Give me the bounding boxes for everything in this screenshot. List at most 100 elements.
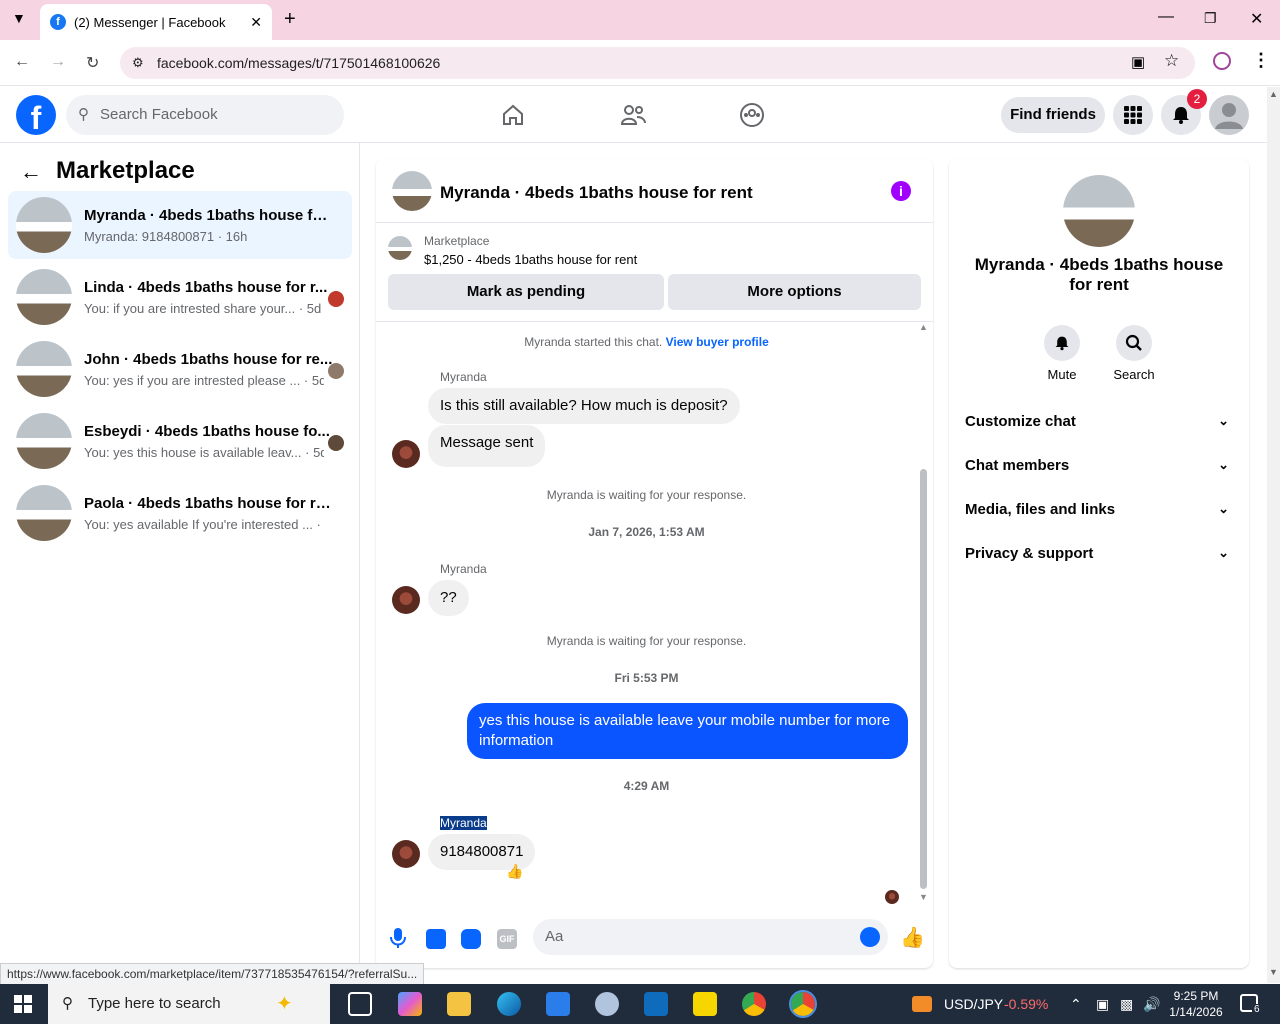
timestamp: Fri 5:53 PM	[614, 671, 679, 685]
privacy-support-section[interactable]: Privacy & support ⌄	[965, 545, 1233, 562]
chevron-down-icon: ⌄	[1218, 457, 1229, 472]
media-files-links-section[interactable]: Media, files and links ⌄	[965, 501, 1233, 518]
ticker-name[interactable]: USD/JPY	[944, 984, 1003, 1024]
new-tab-icon[interactable]: +	[284, 8, 296, 31]
app-icon[interactable]	[595, 992, 619, 1016]
sender-avatar[interactable]	[392, 586, 420, 614]
minimize-icon[interactable]: —	[1158, 8, 1174, 26]
conversation-title: Paola · 4beds 1baths house for rent	[84, 495, 334, 512]
chat-title[interactable]: Myranda · 4beds 1baths house for rent	[440, 183, 753, 203]
find-friends-button[interactable]: Find friends	[1001, 97, 1105, 133]
browser-menu-icon[interactable]: ⋮	[1252, 50, 1270, 71]
currency-widget-icon[interactable]	[912, 996, 932, 1012]
scrollbar-thumb[interactable]	[920, 469, 927, 889]
gif-icon[interactable]: GIF	[497, 929, 517, 949]
listing-thumbnail	[16, 485, 72, 541]
message-input[interactable]: Aa	[533, 919, 888, 955]
mute-button[interactable]: Mute	[1032, 325, 1092, 382]
browser-tab[interactable]: f (2) Messenger | Facebook ✕	[40, 4, 272, 40]
conversation-item[interactable]: John · 4beds 1baths house for re... You:…	[8, 335, 352, 403]
listing-thumbnail[interactable]	[388, 236, 412, 260]
profile-icon[interactable]	[1213, 52, 1231, 70]
conversation-item[interactable]: Paola · 4beds 1baths house for rent You:…	[8, 479, 352, 547]
outgoing-message[interactable]: yes this house is available leave your m…	[467, 703, 908, 759]
groups-icon[interactable]	[734, 97, 770, 133]
task-view-icon[interactable]	[348, 992, 372, 1016]
more-options-button[interactable]: More options	[668, 274, 921, 310]
view-buyer-profile-link[interactable]: View buyer profile	[666, 335, 769, 349]
edge-icon[interactable]	[497, 992, 521, 1016]
emoji-icon[interactable]	[860, 927, 880, 947]
conversation-item[interactable]: Myranda · 4beds 1baths house for ... Myr…	[8, 191, 352, 259]
like-thumb-icon[interactable]: 👍	[900, 925, 925, 950]
bookmark-star-icon[interactable]: ☆	[1164, 51, 1179, 71]
photo-icon[interactable]	[426, 929, 446, 949]
copilot-icon[interactable]	[398, 992, 422, 1016]
incoming-message[interactable]: Is this still available? How much is dep…	[428, 388, 740, 424]
back-icon[interactable]: ←	[14, 53, 30, 71]
restore-icon[interactable]: ❐	[1204, 10, 1217, 27]
tab-title: (2) Messenger | Facebook	[74, 14, 226, 30]
chat-info-avatar[interactable]	[1063, 175, 1135, 247]
clock-time: 9:25 PM	[1173, 989, 1219, 1003]
forward-icon[interactable]: →	[50, 53, 66, 71]
network-icon[interactable]: ▣	[1096, 984, 1109, 1024]
reload-icon[interactable]: ↻	[86, 53, 99, 73]
waiting-notice: Myranda is waiting for your response.	[546, 634, 747, 648]
chrome-icon[interactable]	[742, 992, 766, 1016]
chat-members-section[interactable]: Chat members ⌄	[965, 457, 1233, 474]
thumbs-up-reaction-icon[interactable]: 👍	[506, 863, 523, 880]
search-input[interactable]: ⚲ Search Facebook	[66, 95, 344, 135]
back-arrow-icon[interactable]: ←	[20, 159, 42, 185]
info-icon[interactable]: i	[891, 181, 911, 201]
tab-list-icon[interactable]: ▼	[12, 10, 26, 26]
incoming-message[interactable]: Message sent	[428, 425, 546, 467]
mark-as-pending-button[interactable]: Mark as pending	[388, 274, 664, 310]
search-in-chat-button[interactable]: Search	[1104, 325, 1164, 382]
scroll-up-icon[interactable]: ▲	[919, 322, 928, 332]
conversation-item[interactable]: Esbeydi · 4beds 1baths house fo... You: …	[8, 407, 352, 475]
sender-avatar[interactable]	[392, 440, 420, 468]
menu-grid-icon[interactable]	[1113, 95, 1153, 135]
conversation-preview: You: yes if you are intrested please ...…	[84, 373, 324, 388]
microphone-icon[interactable]	[390, 927, 406, 954]
conversation-title: Myranda · 4beds 1baths house for ...	[84, 207, 334, 224]
sender-avatar[interactable]	[392, 840, 420, 868]
seen-avatar	[328, 363, 344, 379]
incoming-message[interactable]: ??	[428, 580, 469, 616]
taskbar-search-input[interactable]: ⚲ Type here to search ✦	[48, 984, 330, 1024]
listing-price-title[interactable]: $1,250 - 4beds 1baths house for rent	[424, 252, 637, 267]
tray-chevron-icon[interactable]: ⌃	[1070, 984, 1082, 1024]
chat-avatar[interactable]	[392, 171, 432, 211]
file-explorer-icon[interactable]	[447, 992, 471, 1016]
page-scroll-up-icon[interactable]: ▲	[1269, 89, 1278, 99]
url-field[interactable]: ⚙ facebook.com/messages/t/71750146810062…	[120, 47, 1195, 79]
wifi-icon[interactable]: ▩	[1120, 984, 1133, 1024]
sticker-icon[interactable]	[461, 929, 481, 949]
ticker-change[interactable]: -0.59%	[1004, 984, 1048, 1024]
outlook-icon[interactable]	[644, 992, 668, 1016]
home-icon[interactable]	[495, 97, 531, 133]
tab-close-icon[interactable]: ✕	[250, 14, 262, 31]
windows-taskbar: ⚲ Type here to search ✦ USD/JPY -0.59% ⌃…	[0, 984, 1280, 1024]
chrome-profile-icon[interactable]	[789, 990, 817, 1018]
account-avatar[interactable]	[1209, 95, 1249, 135]
store-icon[interactable]	[546, 992, 570, 1016]
customize-chat-section[interactable]: Customize chat ⌄	[965, 413, 1233, 430]
site-info-icon[interactable]: ⚙	[132, 47, 144, 79]
install-icon[interactable]: ▣	[1131, 53, 1145, 71]
taskbar-clock[interactable]: 9:25 PM 1/14/2026	[1156, 988, 1236, 1020]
chat-panel: Myranda · 4beds 1baths house for rent i …	[376, 159, 933, 968]
conversation-item[interactable]: Linda · 4beds 1baths house for r... You:…	[8, 263, 352, 331]
sticky-notes-icon[interactable]	[693, 992, 717, 1016]
section-label: Privacy & support	[965, 545, 1094, 562]
windows-start-icon[interactable]	[14, 995, 32, 1018]
page-scrollbar[interactable]: ▲ ▼	[1267, 87, 1280, 983]
sender-name-selected: Myranda	[440, 816, 487, 830]
sender-name: Myranda	[440, 562, 487, 576]
page-scroll-down-icon[interactable]: ▼	[1269, 967, 1278, 977]
friends-icon[interactable]	[615, 97, 651, 133]
facebook-logo-icon[interactable]: f	[16, 95, 56, 136]
window-close-icon[interactable]: ✕	[1250, 9, 1263, 29]
scroll-down-icon[interactable]: ▼	[919, 892, 928, 902]
